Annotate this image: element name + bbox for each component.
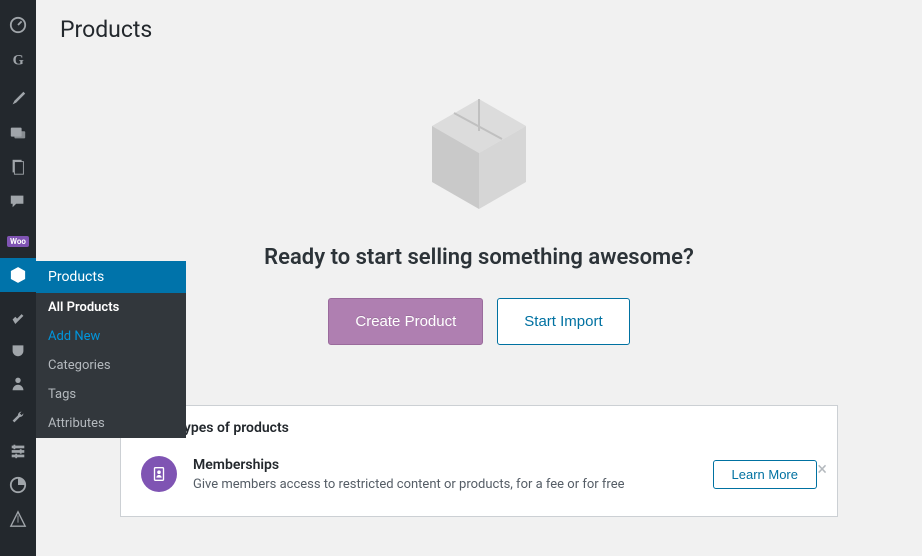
comments-icon[interactable] <box>0 184 36 218</box>
submenu-add-new[interactable]: Add New <box>36 322 186 351</box>
dismiss-icon[interactable]: × <box>817 459 827 480</box>
svg-text:G: G <box>13 52 24 68</box>
other-products-card: Other types of products Memberships Give… <box>120 405 838 517</box>
membership-title: Memberships <box>193 457 697 473</box>
settings-icon[interactable] <box>0 434 36 468</box>
google-icon[interactable]: G <box>0 42 36 76</box>
appearance-icon[interactable] <box>0 298 36 332</box>
other-products-heading: Other types of products <box>141 420 817 436</box>
plugins-icon[interactable] <box>0 332 36 366</box>
learn-more-button[interactable]: Learn More <box>713 460 817 489</box>
submenu-header-products[interactable]: Products <box>36 261 186 293</box>
membership-item: Memberships Give members access to restr… <box>141 456 817 492</box>
tools-icon[interactable] <box>0 400 36 434</box>
submenu-categories[interactable]: Categories <box>36 351 186 380</box>
dashboard-icon[interactable] <box>0 8 36 42</box>
membership-description: Give members access to restricted conten… <box>193 477 697 492</box>
empty-state-heading: Ready to start selling something awesome… <box>80 245 878 270</box>
button-row: Create Product Start Import <box>80 298 878 345</box>
submenu-all-products[interactable]: All Products <box>36 293 186 322</box>
start-import-button[interactable]: Start Import <box>497 298 629 345</box>
submenu-tags[interactable]: Tags <box>36 380 186 409</box>
woocommerce-icon[interactable]: Woo <box>0 224 36 258</box>
create-product-button[interactable]: Create Product <box>328 298 483 345</box>
admin-icon-sidebar: G Woo <box>0 0 36 556</box>
membership-badge-icon <box>141 456 177 492</box>
analytics-icon[interactable] <box>0 468 36 502</box>
media-icon[interactable] <box>0 116 36 150</box>
box-illustration <box>80 91 878 215</box>
page-title: Products <box>60 16 898 43</box>
pages-icon[interactable] <box>0 150 36 184</box>
membership-info: Memberships Give members access to restr… <box>193 457 697 492</box>
marketing-icon[interactable] <box>0 502 36 536</box>
submenu-attributes[interactable]: Attributes <box>36 409 186 438</box>
products-submenu: Products All Products Add New Categories… <box>36 261 186 438</box>
users-icon[interactable] <box>0 366 36 400</box>
products-icon[interactable] <box>0 258 36 292</box>
posts-icon[interactable] <box>0 82 36 116</box>
